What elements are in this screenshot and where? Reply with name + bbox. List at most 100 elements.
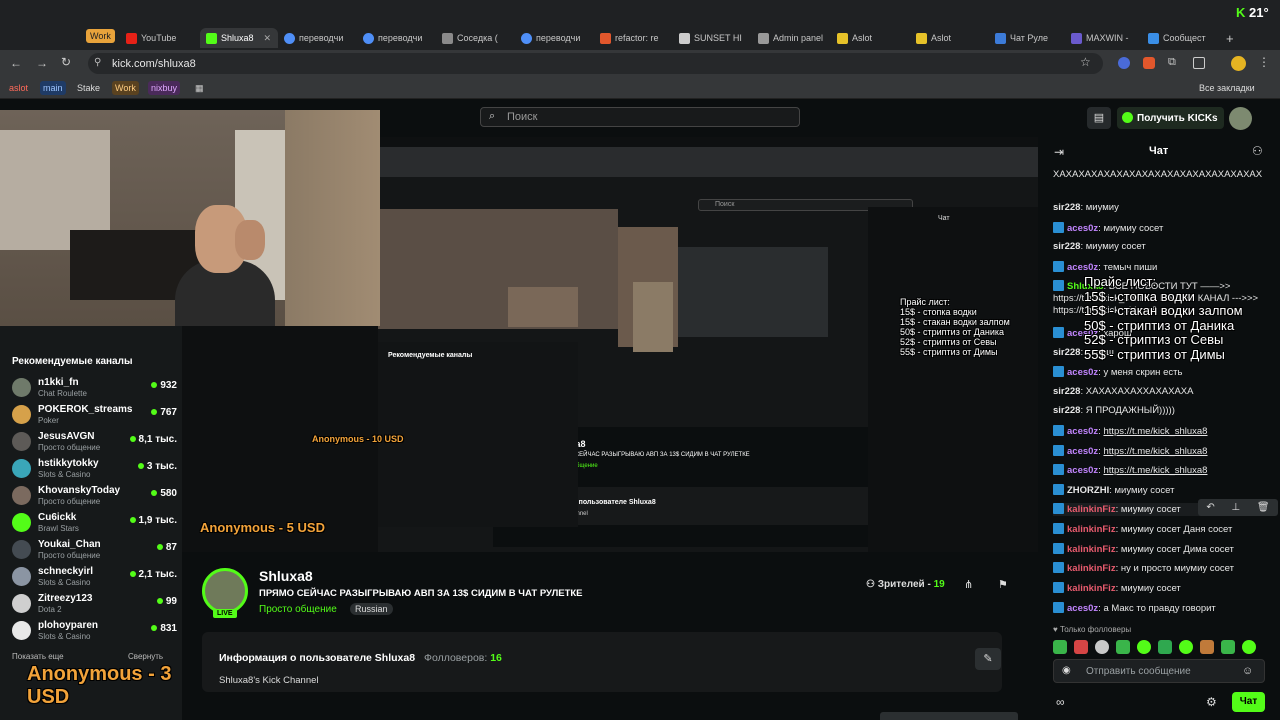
- emote-icon[interactable]: [1074, 640, 1088, 654]
- avatar: [12, 459, 31, 478]
- sidebar-channel[interactable]: Youkai_Chan Просто общение 87: [12, 536, 177, 562]
- tab-admin-panel[interactable]: Admin panel: [758, 28, 830, 48]
- telegram-link[interactable]: https://t.me/kick_shluxa8: [1103, 446, 1207, 457]
- bookmark-stake[interactable]: Stake: [74, 81, 103, 95]
- telegram-link[interactable]: https://t.me/kick_shluxa8: [1103, 465, 1207, 476]
- tab-aslot-2[interactable]: Aslot: [916, 28, 988, 48]
- tab-group-work[interactable]: Work: [86, 29, 115, 43]
- send-chat-button[interactable]: Чат: [1232, 692, 1265, 712]
- gear-icon[interactable]: ⚙: [1206, 695, 1217, 709]
- user-avatar[interactable]: [1229, 107, 1252, 130]
- sidebar-channel[interactable]: schneckyirl Slots & Casino 2,1 тыс.: [12, 563, 177, 589]
- tab-community[interactable]: Сообщест: [1148, 28, 1218, 48]
- chat-message: aces0z: у меня скрин есть: [1053, 366, 1275, 379]
- show-more-link[interactable]: Показать еще: [12, 652, 64, 661]
- google-icon: [521, 32, 532, 44]
- close-tab-icon[interactable]: ✕: [264, 33, 272, 44]
- emote-icon[interactable]: [1137, 640, 1151, 654]
- sidebar-channel[interactable]: POKEROK_streams Poker 767: [12, 401, 177, 427]
- tab-aslot-1[interactable]: Aslot: [837, 28, 909, 48]
- collapse-chat-icon[interactable]: ⇥: [1054, 145, 1064, 159]
- avatar: [12, 432, 31, 451]
- emote-icon[interactable]: [1116, 640, 1130, 654]
- webcam-feed: [0, 110, 380, 326]
- chat-settings-mini-icon[interactable]: ◉: [1062, 665, 1071, 676]
- extension-icon[interactable]: [1143, 57, 1155, 69]
- report-user-icon[interactable]: ⚑: [998, 578, 1008, 591]
- all-bookmarks[interactable]: Все закладки: [1196, 81, 1258, 95]
- site-settings-icon[interactable]: ⚲: [94, 57, 101, 68]
- bookmark-work[interactable]: Work: [112, 81, 139, 95]
- get-kicks-button[interactable]: Получить KICKs: [1117, 107, 1224, 129]
- sidebar-channel[interactable]: Zitreezy123 Dota 2 99: [12, 590, 177, 616]
- tab-chat-roulette[interactable]: Чат Руле: [995, 28, 1063, 48]
- extensions-puzzle-icon[interactable]: ⧉: [1168, 56, 1176, 69]
- emote-icon[interactable]: [1221, 640, 1235, 654]
- tab-sosedka[interactable]: Соседка (: [442, 28, 514, 48]
- tab-youtube[interactable]: YouTube: [126, 28, 200, 48]
- pin-icon[interactable]: ⊥: [1231, 502, 1240, 513]
- channel-avatar[interactable]: [202, 568, 248, 614]
- search-icon: ⌕: [489, 110, 496, 122]
- kicks-coin-icon: [1122, 112, 1133, 123]
- donation-overlay-5usd: Anonymous - 5 USD: [200, 520, 325, 535]
- chat-input[interactable]: Отправить сообщение: [1053, 659, 1265, 683]
- sidebar-channel[interactable]: JesusAVGN Просто общение 8,1 тыс.: [12, 428, 177, 454]
- back-arrow-icon[interactable]: ←: [10, 56, 22, 70]
- edit-pencil-icon[interactable]: ✎: [975, 648, 1001, 670]
- channel-name[interactable]: Shluxa8: [259, 568, 313, 584]
- chat-users-icon[interactable]: ⚇: [1252, 144, 1263, 158]
- emote-icon[interactable]: [1179, 640, 1193, 654]
- sidebar-channel[interactable]: plohoyparen Slots & Casino 831: [12, 617, 177, 643]
- sidebar-channel[interactable]: Cu6ickk Brawl Stars 1,9 тыс.: [12, 509, 177, 535]
- avatar: [12, 405, 31, 424]
- tab-shluxa8[interactable]: Shluxa8 ✕: [200, 28, 278, 48]
- bookmark-nixbuy[interactable]: nixbuy: [148, 81, 181, 95]
- viewer-count: 932: [151, 380, 177, 391]
- library-icon[interactable]: ▤: [1087, 107, 1111, 129]
- viewer-count: 2,1 тыс.: [129, 569, 177, 580]
- sidebar-channel[interactable]: KhovanskyToday Просто общение 580: [12, 482, 177, 508]
- address-bar[interactable]: kick.com/shluxa8: [88, 53, 1103, 74]
- reload-icon[interactable]: ↻: [61, 55, 71, 69]
- stream-category[interactable]: Просто общение: [259, 604, 337, 615]
- telegram-link[interactable]: https://t.me/kick_shluxa8: [1103, 426, 1207, 437]
- emote-icon[interactable]: [1200, 640, 1214, 654]
- apps-grid-icon[interactable]: ▦: [192, 81, 207, 95]
- reply-icon[interactable]: ↶: [1206, 502, 1214, 513]
- infinity-icon[interactable]: ∞: [1056, 695, 1065, 709]
- youtube-icon: [126, 32, 137, 44]
- collapse-link[interactable]: Свернуть: [128, 652, 163, 661]
- side-panel-icon[interactable]: [1193, 57, 1205, 69]
- vpn-extension-icon[interactable]: [1118, 57, 1130, 69]
- tab-translator-3[interactable]: переводчи: [521, 28, 593, 48]
- new-tab-button[interactable]: +: [1226, 28, 1234, 48]
- emoji-icon[interactable]: ☺: [1242, 665, 1253, 677]
- tab-maxwin[interactable]: MAXWIN -: [1071, 28, 1141, 48]
- sidebar-channel[interactable]: n1kki_fn Chat Roulette 932: [12, 374, 177, 400]
- tab-sunset[interactable]: SUNSET HI: [679, 28, 751, 48]
- emote-icon[interactable]: [1095, 640, 1109, 654]
- tab-translator-1[interactable]: переводчи: [284, 28, 356, 48]
- emote-icon[interactable]: [1158, 640, 1172, 654]
- browser-menu-icon[interactable]: ⋮: [1258, 55, 1270, 69]
- chat-message: kalinkinFiz: миумиу сосет Даня сосет: [1053, 523, 1275, 536]
- live-badge: LIVE: [213, 609, 237, 618]
- bookmarks-bar: aslot main Stake Work nixbuy ▦ Все закла…: [0, 77, 1280, 99]
- language-tag[interactable]: Russian: [350, 603, 393, 615]
- profile-avatar[interactable]: [1231, 56, 1246, 71]
- share-icon[interactable]: ⋔: [964, 578, 973, 591]
- bookmark-star-icon[interactable]: ☆: [1080, 55, 1091, 69]
- tab-refactor[interactable]: refactor: re: [600, 28, 672, 48]
- bookmark-main[interactable]: main: [40, 81, 66, 95]
- emote-icon[interactable]: [1242, 640, 1256, 654]
- forward-arrow-icon[interactable]: →: [36, 56, 48, 70]
- delete-icon[interactable]: 🗑: [1257, 502, 1270, 513]
- search-input[interactable]: Поиск: [480, 107, 800, 127]
- tab-translator-2[interactable]: переводчи: [363, 28, 435, 48]
- scroll-hint: [880, 712, 1018, 720]
- bookmark-aslot[interactable]: aslot: [6, 81, 31, 95]
- sidebar-channel[interactable]: hstikkytokky Slots & Casino 3 тыс.: [12, 455, 177, 481]
- viewers-icon: ⚇: [866, 579, 878, 590]
- emote-icon[interactable]: [1053, 640, 1067, 654]
